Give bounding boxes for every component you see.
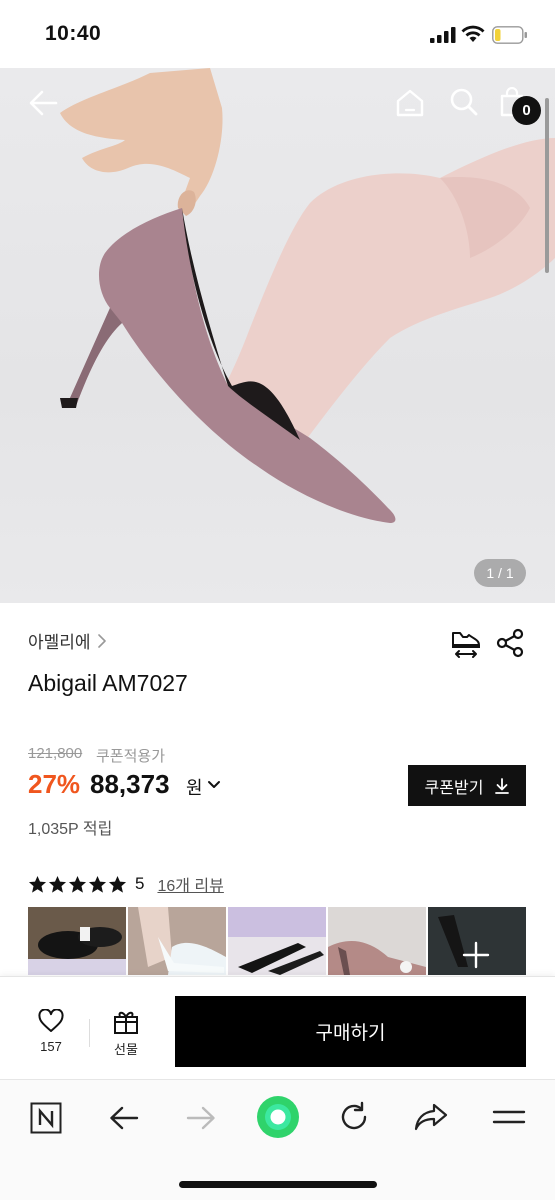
- divider: [89, 1019, 90, 1047]
- review-count-link[interactable]: 16개 리뷰: [157, 872, 223, 896]
- star-icon: [108, 875, 127, 893]
- brand-name: 아멜리에: [28, 633, 91, 652]
- sale-price: 88,373: [90, 769, 170, 799]
- menu-icon[interactable]: [492, 1104, 526, 1130]
- rating-row: 5 16개 리뷰: [28, 872, 224, 896]
- reload-icon[interactable]: [338, 1101, 370, 1133]
- currency-label: 원: [186, 778, 203, 798]
- status-time: 10:40: [45, 22, 102, 45]
- like-button[interactable]: 157: [30, 1009, 72, 1054]
- get-coupon-label: 쿠폰받기: [424, 779, 484, 797]
- original-price: 121,800: [28, 745, 83, 762]
- forward-arrow-icon[interactable]: [185, 1102, 217, 1134]
- browser-toolbar: [0, 1079, 555, 1200]
- heart-icon: [38, 1009, 64, 1032]
- signal-icon: [430, 27, 456, 43]
- purchase-bar: 157 선물 구매하기: [0, 976, 555, 1079]
- share-arrow-icon[interactable]: [414, 1101, 448, 1133]
- review-photo[interactable]: [328, 907, 426, 975]
- buy-button[interactable]: 구매하기: [175, 996, 526, 1067]
- green-dot-icon[interactable]: [256, 1095, 300, 1139]
- shoe-size-icon[interactable]: [450, 627, 482, 659]
- star-icon: [28, 875, 47, 893]
- brand-link[interactable]: 아멜리에: [28, 628, 107, 653]
- home-indicator[interactable]: [179, 1181, 377, 1188]
- back-arrow-icon[interactable]: [26, 86, 60, 120]
- scrollbar[interactable]: [545, 98, 549, 273]
- product-image[interactable]: 0 1 / 1: [0, 68, 555, 603]
- product-photo: [60, 68, 555, 523]
- coupon-price-label: 쿠폰적용가: [96, 748, 166, 765]
- star-icon: [48, 875, 67, 893]
- get-coupon-button[interactable]: 쿠폰받기: [408, 765, 526, 806]
- discount-rate: 27%: [28, 769, 81, 799]
- star-icon: [68, 875, 87, 893]
- wifi-icon: [461, 25, 485, 42]
- review-photo[interactable]: [28, 907, 126, 975]
- star-rating: [28, 875, 127, 894]
- battery-icon: [492, 26, 527, 44]
- review-photo[interactable]: [228, 907, 326, 975]
- product-title: Abigail AM7027: [28, 670, 188, 696]
- review-photo[interactable]: [128, 907, 226, 975]
- share-icon[interactable]: [496, 628, 524, 658]
- image-pager: 1 / 1: [474, 559, 526, 587]
- like-count: 157: [40, 1039, 62, 1054]
- home-icon[interactable]: [394, 88, 426, 118]
- cart-count-badge[interactable]: 0: [512, 96, 541, 125]
- download-icon: [495, 777, 510, 794]
- gift-button[interactable]: 선물: [104, 1009, 148, 1058]
- reward-points: 1,035P 적립: [28, 821, 113, 838]
- back-arrow-icon[interactable]: [108, 1102, 140, 1134]
- status-bar: 10:40: [0, 0, 555, 68]
- naver-n-icon[interactable]: [30, 1102, 62, 1134]
- review-photo-strip: [28, 907, 526, 975]
- star-icon: [88, 875, 107, 893]
- rating-value: 5: [135, 874, 145, 893]
- gift-label: 선물: [114, 1042, 138, 1057]
- search-icon[interactable]: [449, 87, 479, 117]
- review-photo-more[interactable]: [428, 907, 526, 975]
- gift-icon: [114, 1011, 138, 1034]
- chevron-right-icon: [97, 633, 106, 648]
- chevron-down-icon[interactable]: [207, 779, 221, 791]
